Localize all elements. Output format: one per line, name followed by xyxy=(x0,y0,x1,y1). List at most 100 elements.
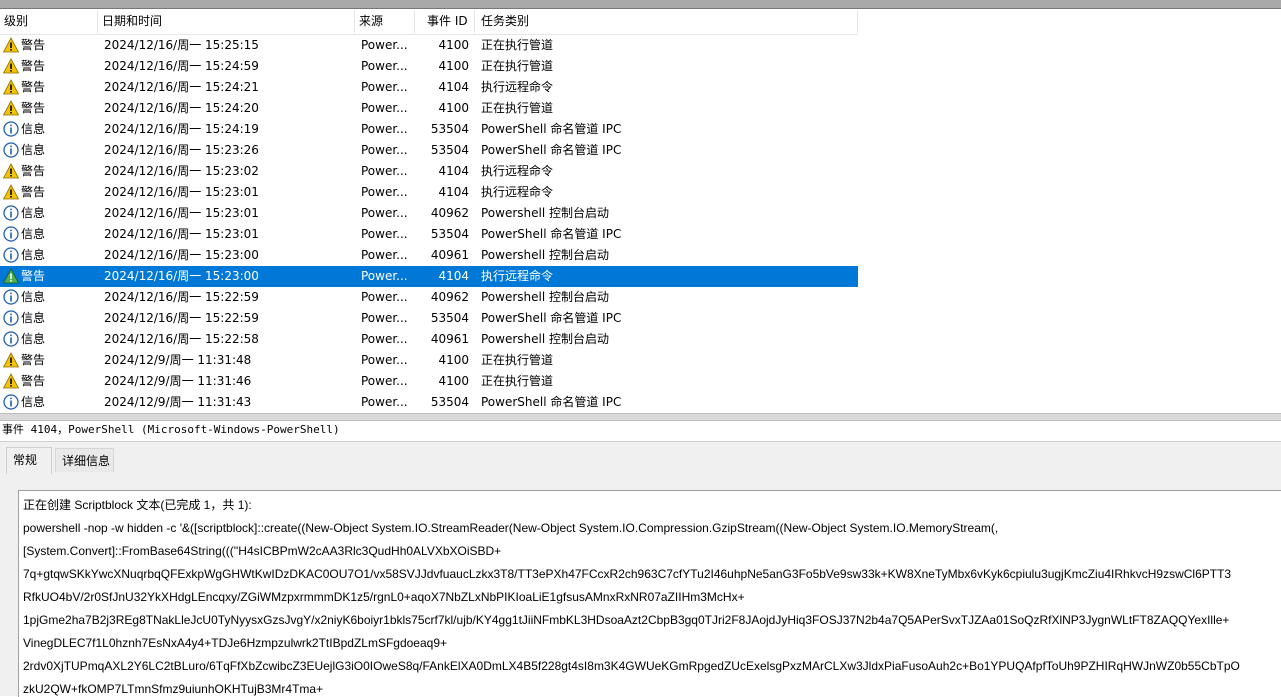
task-category-cell: Powershell 控制台启动 xyxy=(481,206,610,220)
description-line: VinegDLEC7f1L0hznh7EsNxA4y4+TDJe6Hzmpzul… xyxy=(23,636,448,650)
task-category-cell: 正在执行管道 xyxy=(481,101,554,115)
warning-icon xyxy=(3,351,20,368)
info-icon xyxy=(3,225,19,242)
source-cell: Power... xyxy=(361,353,408,367)
datetime-cell: 2024/12/16/周一 15:24:59 xyxy=(104,59,259,73)
task-category-cell: PowerShell 命名管道 IPC xyxy=(481,227,622,241)
level-cell: 信息 xyxy=(3,245,93,266)
table-row[interactable]: 信息 2024/12/16/周一 15:23:00 Power... 40961 Pow… xyxy=(0,245,858,266)
table-row[interactable]: 警告 2024/12/16/周一 15:23:00 Power... 4104 执行远程… xyxy=(0,266,858,287)
description-line: 7q+gtqwSKkYwcXNuqrbqQFExkpWgGHWtKwIDzDKA… xyxy=(23,567,1232,581)
event-id-cell: 4100 xyxy=(438,38,469,52)
event-id-cell: 53504 xyxy=(430,122,469,136)
level-label: 信息 xyxy=(21,143,46,157)
level-cell: 警告 xyxy=(3,56,93,77)
column-header-datetime[interactable]: 日期和时间 xyxy=(98,10,355,33)
datetime-cell: 2024/12/16/周一 15:23:26 xyxy=(104,143,259,157)
datetime-cell: 2024/12/16/周一 15:23:00 xyxy=(104,248,259,262)
table-row[interactable]: 信息 2024/12/16/周一 15:22:58 Power... 40961 Pow… xyxy=(0,329,858,350)
table-row[interactable]: 警告 2024/12/16/周一 15:25:15 Power... 4100 正在执行… xyxy=(0,35,858,56)
table-row[interactable]: 信息 2024/12/16/周一 15:22:59 Power... 40962 Pow… xyxy=(0,287,858,308)
event-list[interactable]: 级别 日期和时间 来源 事件 ID 任务类别 警告 2024/12/16/周一 1… xyxy=(0,10,1281,412)
description-line: 2rdv0XjTUPmqAXL2Y6LC2tBLuro/6TqFfXbZcwib… xyxy=(23,659,1240,673)
source-cell: Power... xyxy=(361,248,408,262)
source-cell: Power... xyxy=(361,101,408,115)
table-row[interactable]: 警告 2024/12/16/周一 15:24:20 Power... 4100 正在执行… xyxy=(0,98,858,119)
warning-icon xyxy=(3,99,20,116)
datetime-cell: 2024/12/16/周一 15:25:15 xyxy=(104,38,259,52)
event-id-cell: 40961 xyxy=(430,332,469,346)
source-cell: Power... xyxy=(361,143,408,157)
info-icon xyxy=(3,120,19,137)
event-id-cell: 40961 xyxy=(430,248,469,262)
level-label: 警告 xyxy=(21,38,46,52)
event-id-cell: 4104 xyxy=(438,269,469,283)
source-cell: Power... xyxy=(361,59,408,73)
table-row[interactable]: 警告 2024/12/9/周一 11:31:46 Power... 4100 正在执行管… xyxy=(0,371,858,392)
event-id-cell: 4104 xyxy=(438,185,469,199)
event-id-cell: 53504 xyxy=(430,227,469,241)
level-label: 警告 xyxy=(21,269,46,283)
event-id-cell: 40962 xyxy=(430,206,469,220)
tab-general[interactable]: 常规 xyxy=(6,447,52,474)
level-cell: 信息 xyxy=(3,392,93,412)
datetime-cell: 2024/12/9/周一 11:31:43 xyxy=(104,395,252,409)
table-row[interactable]: 信息 2024/12/16/周一 15:24:19 Power... 53504 Pow… xyxy=(0,119,858,140)
source-cell: Power... xyxy=(361,374,408,388)
column-header-task[interactable]: 任务类别 xyxy=(475,10,858,33)
warning-icon xyxy=(3,162,20,179)
source-cell: Power... xyxy=(361,185,408,199)
task-category-cell: Powershell 控制台启动 xyxy=(481,248,610,262)
level-cell: 警告 xyxy=(3,350,93,371)
event-id-cell: 53504 xyxy=(430,395,469,409)
level-label: 警告 xyxy=(21,59,46,73)
table-row[interactable]: 警告 2024/12/16/周一 15:24:59 Power... 4100 正在执行… xyxy=(0,56,858,77)
event-rows: 警告 2024/12/16/周一 15:25:15 Power... 4100 正在执行… xyxy=(0,35,1281,412)
warning-icon xyxy=(3,372,20,389)
table-row[interactable]: 信息 2024/12/9/周一 11:31:43 Power... 53504 Powe… xyxy=(0,392,858,412)
level-cell: 信息 xyxy=(3,308,93,329)
column-header-level[interactable]: 级别 xyxy=(0,10,98,33)
task-category-cell: PowerShell 命名管道 IPC xyxy=(481,143,622,157)
level-cell: 警告 xyxy=(3,182,93,203)
level-label: 信息 xyxy=(21,332,46,346)
level-label: 信息 xyxy=(21,395,46,409)
table-row[interactable]: 警告 2024/12/16/周一 15:23:02 Power... 4104 执行远程… xyxy=(0,161,858,182)
datetime-cell: 2024/12/16/周一 15:22:59 xyxy=(104,290,259,304)
column-header-event-id[interactable]: 事件 ID xyxy=(415,10,475,33)
source-cell: Power... xyxy=(361,164,408,178)
level-cell: 信息 xyxy=(3,119,93,140)
warning-icon xyxy=(3,36,20,53)
event-description-text[interactable]: 正在创建 Scriptblock 文本(已完成 1，共 1): powershel… xyxy=(18,490,1281,697)
pane-splitter[interactable] xyxy=(0,413,1281,421)
source-cell: Power... xyxy=(361,332,408,346)
datetime-cell: 2024/12/16/周一 15:23:01 xyxy=(104,185,259,199)
task-category-cell: PowerShell 命名管道 IPC xyxy=(481,395,622,409)
level-cell: 信息 xyxy=(3,224,93,245)
table-row[interactable]: 警告 2024/12/16/周一 15:24:21 Power... 4104 执行远程… xyxy=(0,77,858,98)
level-label: 信息 xyxy=(21,290,46,304)
source-cell: Power... xyxy=(361,38,408,52)
level-label: 信息 xyxy=(21,122,46,136)
level-label: 警告 xyxy=(21,353,46,367)
datetime-cell: 2024/12/16/周一 15:24:20 xyxy=(104,101,259,115)
table-row[interactable]: 警告 2024/12/16/周一 15:23:01 Power... 4104 执行远程… xyxy=(0,182,858,203)
event-id-cell: 4104 xyxy=(438,80,469,94)
event-id-cell: 4100 xyxy=(438,59,469,73)
level-label: 警告 xyxy=(21,80,46,94)
info-icon xyxy=(3,246,19,263)
table-row[interactable]: 警告 2024/12/9/周一 11:31:48 Power... 4100 正在执行管… xyxy=(0,350,858,371)
event-id-cell: 4100 xyxy=(438,101,469,115)
task-category-cell: PowerShell 命名管道 IPC xyxy=(481,311,622,325)
table-row[interactable]: 信息 2024/12/16/周一 15:23:26 Power... 53504 Pow… xyxy=(0,140,858,161)
level-cell: 警告 xyxy=(3,35,93,56)
column-header-source[interactable]: 来源 xyxy=(355,10,415,33)
source-cell: Power... xyxy=(361,122,408,136)
tab-details[interactable]: 详细信息 xyxy=(55,448,114,472)
table-row[interactable]: 信息 2024/12/16/周一 15:23:01 Power... 53504 Pow… xyxy=(0,224,858,245)
info-icon xyxy=(3,141,19,158)
info-icon xyxy=(3,330,19,347)
info-icon xyxy=(3,288,19,305)
table-row[interactable]: 信息 2024/12/16/周一 15:22:59 Power... 53504 Pow… xyxy=(0,308,858,329)
table-row[interactable]: 信息 2024/12/16/周一 15:23:01 Power... 40962 Pow… xyxy=(0,203,858,224)
